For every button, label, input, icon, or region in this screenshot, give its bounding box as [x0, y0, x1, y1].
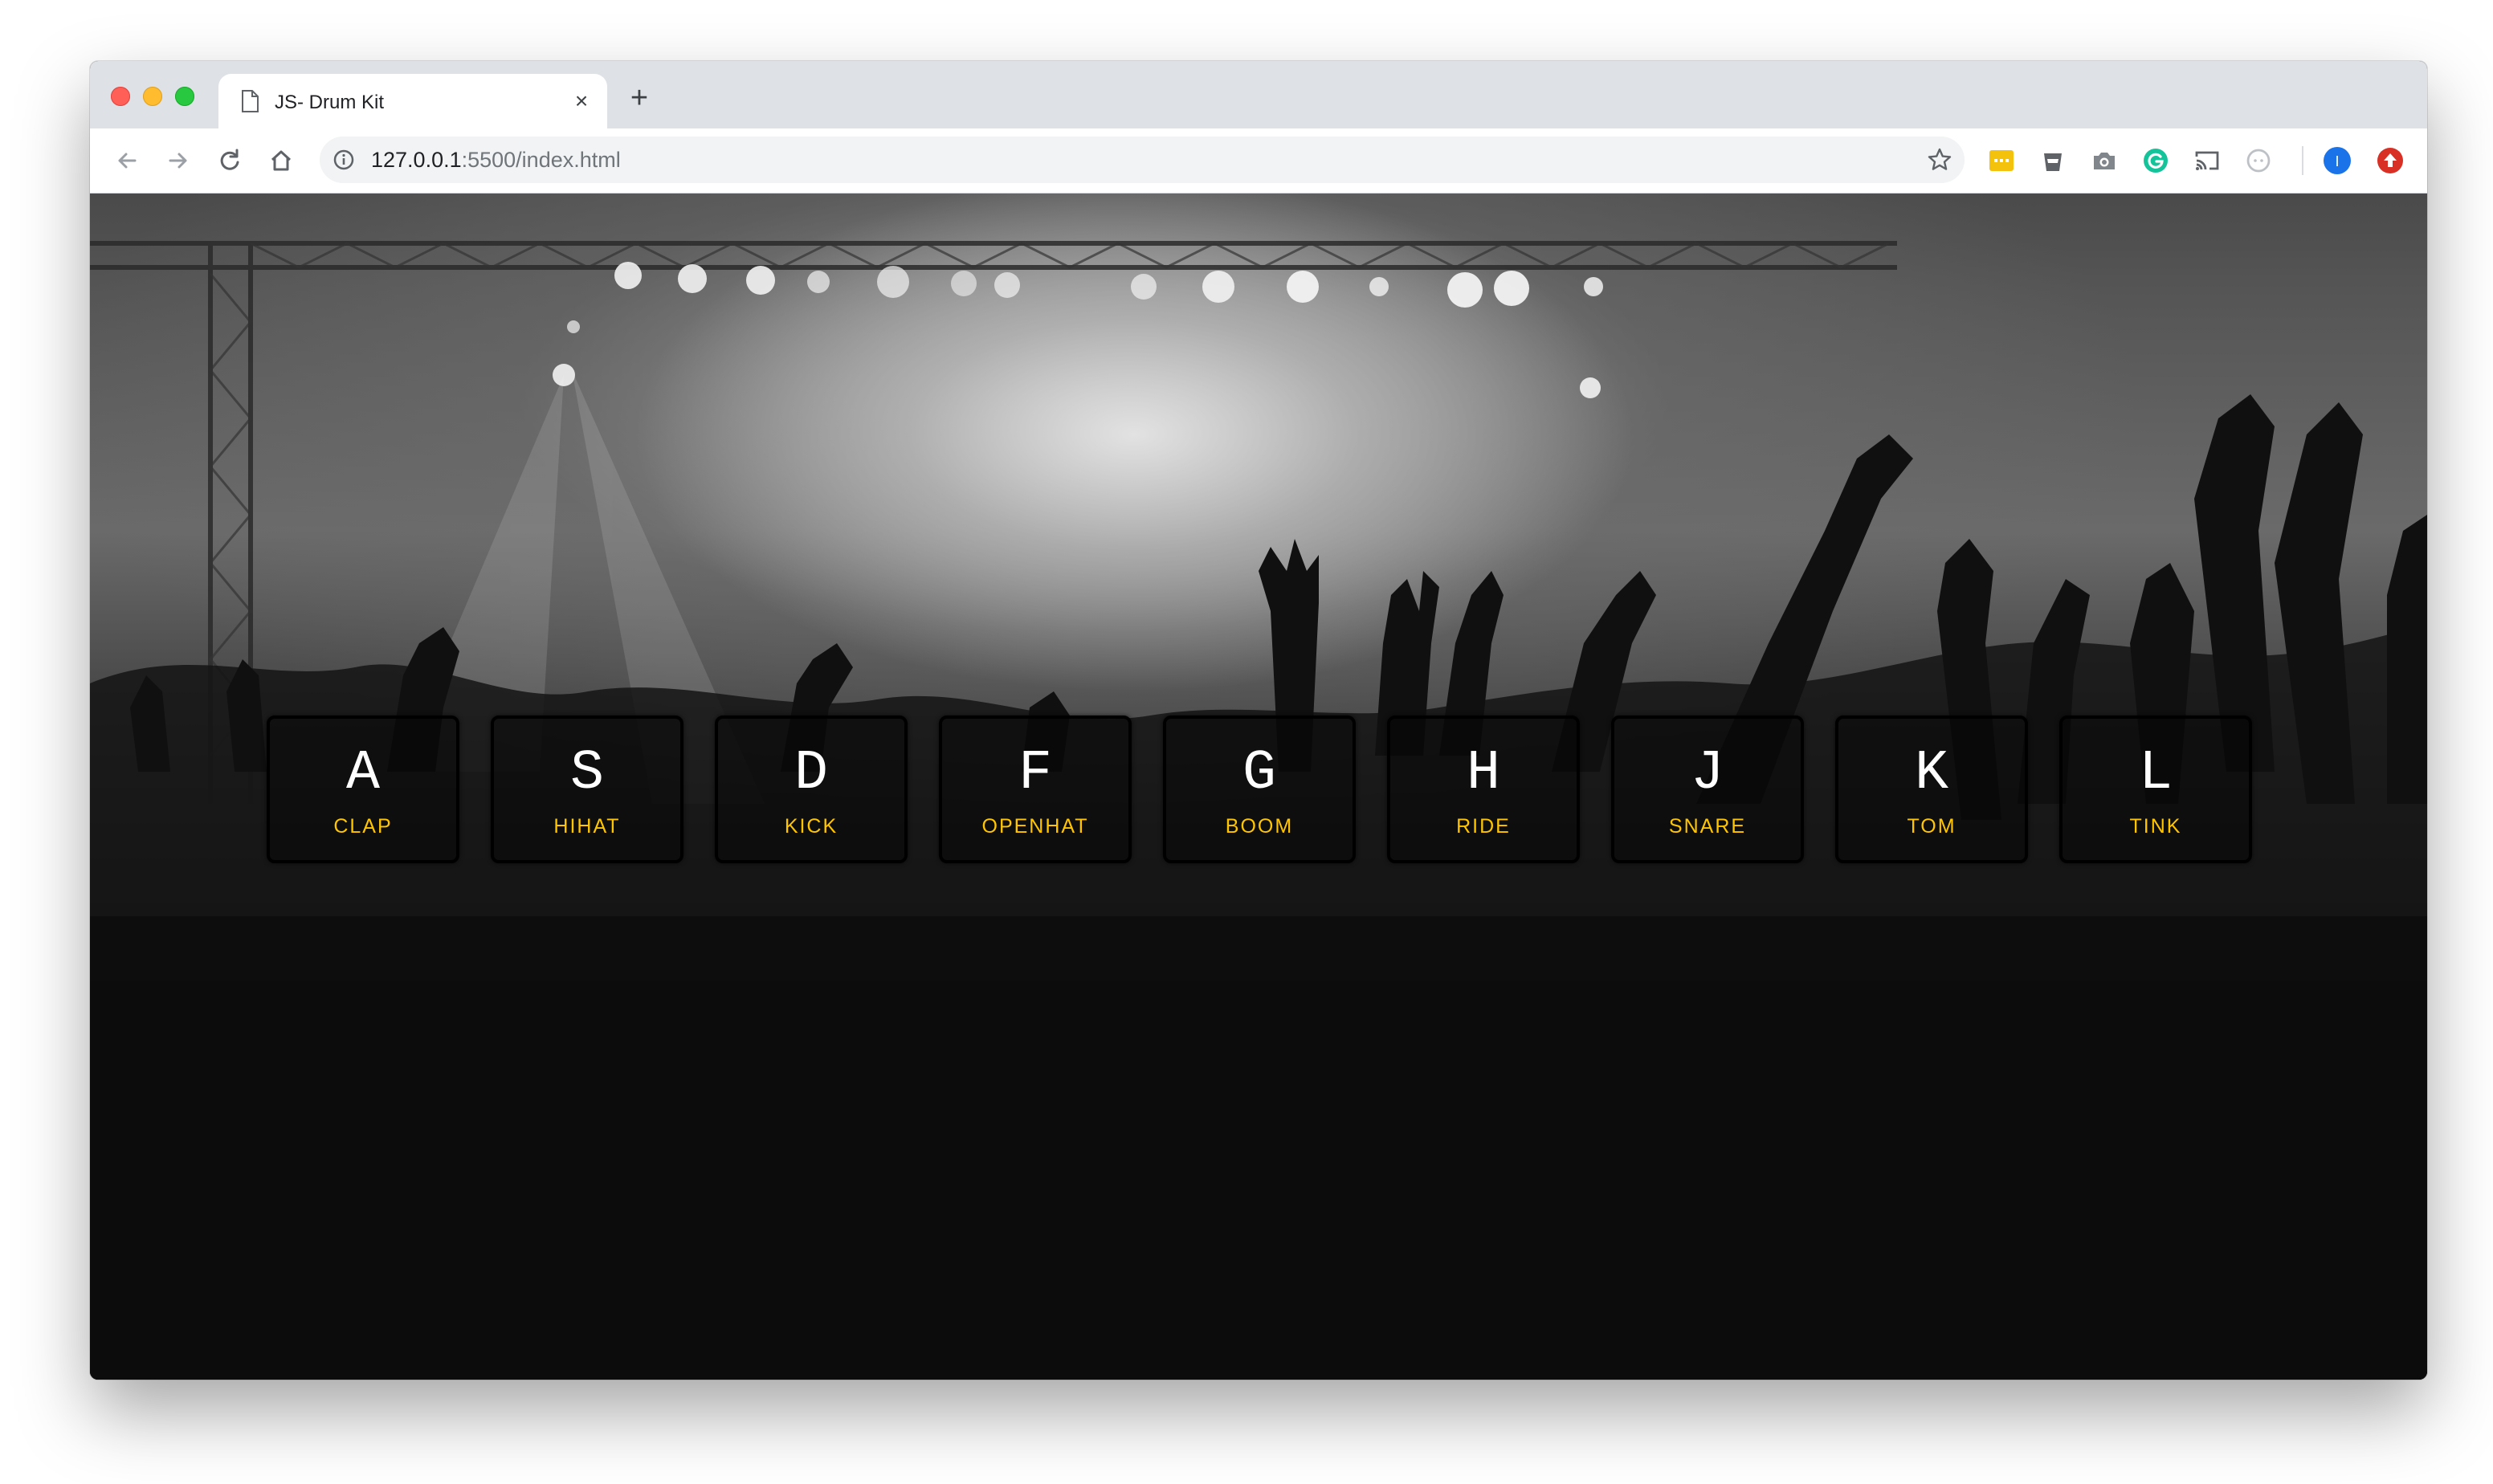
notes-extension-icon[interactable] [1987, 146, 2016, 175]
key-s[interactable]: S HIHAT [491, 716, 683, 863]
url-host: 127.0.0.1 [371, 148, 462, 172]
key-sound-label: CLAP [333, 815, 393, 838]
key-letter: J [1690, 742, 1724, 805]
camera-extension-icon[interactable] [2090, 146, 2119, 175]
new-tab-button[interactable]: + [625, 83, 654, 113]
url-text[interactable]: 127.0.0.1:5500/index.html [371, 148, 621, 173]
profile-initial: I [2335, 153, 2339, 169]
key-sound-label: SNARE [1668, 815, 1747, 838]
key-sound-label: BOOM [1225, 815, 1294, 838]
circle-extension-icon[interactable] [2244, 146, 2273, 175]
key-letter: K [1914, 742, 1948, 805]
tab-title: JS- Drum Kit [275, 92, 385, 113]
key-letter: F [1018, 742, 1052, 805]
home-icon[interactable] [265, 145, 297, 177]
key-letter: S [569, 742, 604, 805]
key-sound-label: KICK [784, 815, 838, 838]
key-d[interactable]: D KICK [715, 716, 908, 863]
forward-arrow-icon[interactable] [162, 145, 194, 177]
key-sound-label: TOM [1907, 815, 1956, 838]
key-letter: A [345, 742, 380, 805]
minimize-window-button[interactable] [143, 87, 162, 106]
key-sound-label: OPENHAT [981, 815, 1089, 838]
key-j[interactable]: J SNARE [1611, 716, 1804, 863]
drum-keys: A CLAP S HIHAT D KICK F OPENHAT G BOOM H… [267, 716, 2411, 863]
key-g[interactable]: G BOOM [1163, 716, 1356, 863]
reload-icon[interactable] [214, 145, 246, 177]
cast-icon[interactable] [2193, 146, 2222, 175]
toolbar-divider [2302, 146, 2303, 175]
key-letter: L [2138, 742, 2173, 805]
key-l[interactable]: L TINK [2059, 716, 2252, 863]
key-h[interactable]: H RIDE [1387, 716, 1580, 863]
url-path: :5500/index.html [461, 148, 621, 172]
browser-window: JS- Drum Kit × + 127.0.0.1:5500/index.ht… [90, 61, 2427, 1380]
key-sound-label: RIDE [1456, 815, 1511, 838]
tab-active[interactable]: JS- Drum Kit × [218, 74, 607, 128]
key-k[interactable]: K TOM [1835, 716, 2028, 863]
key-a[interactable]: A CLAP [267, 716, 459, 863]
page-icon [241, 90, 259, 112]
page-viewport: A CLAP S HIHAT D KICK F OPENHAT G BOOM H… [90, 194, 2427, 1380]
close-window-button[interactable] [111, 87, 130, 106]
key-sound-label: TINK [2129, 815, 2182, 838]
key-letter: G [1242, 742, 1276, 805]
address-bar[interactable]: 127.0.0.1:5500/index.html [320, 137, 1965, 183]
grammarly-extension-icon[interactable] [2141, 146, 2170, 175]
tab-strip: JS- Drum Kit × + [90, 61, 2427, 128]
tab-close-icon[interactable]: × [570, 90, 593, 112]
maximize-window-button[interactable] [175, 87, 194, 106]
key-letter: D [794, 742, 828, 805]
key-letter: H [1466, 742, 1500, 805]
browser-toolbar: 127.0.0.1:5500/index.html I [90, 128, 2427, 194]
profile-avatar[interactable]: I [2323, 146, 2352, 175]
cup-extension-icon[interactable] [2038, 146, 2067, 175]
key-f[interactable]: F OPENHAT [939, 716, 1132, 863]
key-sound-label: HIHAT [553, 815, 621, 838]
update-badge-icon[interactable] [2376, 146, 2405, 175]
star-icon[interactable] [1926, 146, 1953, 173]
back-arrow-icon[interactable] [111, 145, 143, 177]
info-icon[interactable] [333, 149, 355, 171]
